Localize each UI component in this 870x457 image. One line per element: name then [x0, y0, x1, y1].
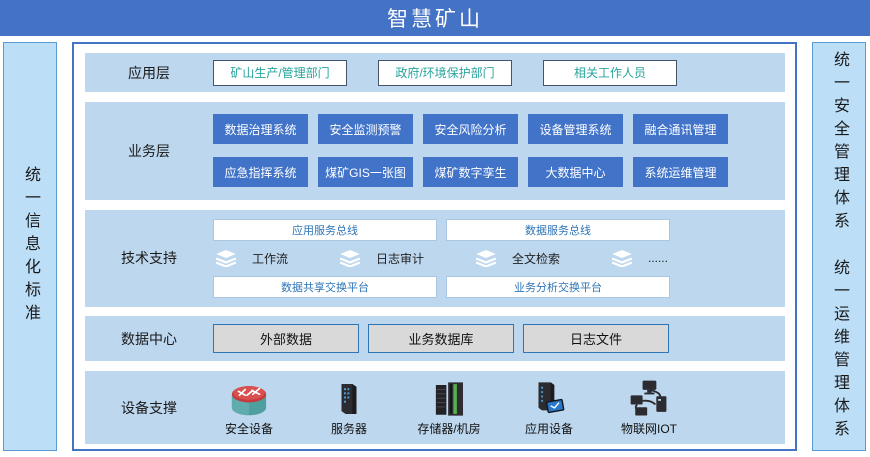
equipment-item-label: 存储器/机房 — [417, 420, 480, 437]
left-pillar-label: 统一信息化标准 — [18, 166, 42, 327]
iot-icon — [627, 379, 671, 419]
band-equipment-layer: 设备支撑 安全设备 — [85, 371, 785, 444]
app-device-icon — [528, 379, 570, 419]
business-box-digital-twin: 煤矿数字孪生 — [423, 157, 518, 187]
page-title: 智慧矿山 — [387, 3, 483, 33]
equipment-item-server: 服务器 — [313, 379, 385, 437]
architecture-diagram: 应用层 矿山生产/管理部门 政府/环境保护部门 相关工作人员 业务层 数据治理系… — [72, 42, 797, 451]
business-box-data-governance: 数据治理系统 — [213, 114, 308, 144]
equipment-item-label: 服务器 — [331, 420, 367, 437]
band-tech-support-layer: 技术支持 应用服务总线 数据服务总线 工作流 — [85, 210, 785, 307]
data-box-external-data: 外部数据 — [213, 324, 359, 353]
layers-icon — [611, 250, 633, 267]
business-box-big-data-center: 大数据中心 — [528, 157, 623, 187]
equipment-item-label: 物联网IOT — [621, 420, 677, 437]
layers-icon — [215, 250, 237, 267]
equipment-item-app-device: 应用设备 — [513, 379, 585, 437]
tech-support-label: 技术支持 — [85, 248, 213, 268]
storage-icon — [428, 379, 470, 419]
server-icon — [329, 379, 369, 419]
right-pillar-label-security: 统一安全管理体系 — [827, 51, 851, 235]
band-business-layer: 业务层 数据治理系统 安全监测预警 安全风险分析 设备管理系统 融合通讯管理 应… — [85, 102, 785, 200]
layers-icon — [339, 250, 361, 267]
equipment-item-security-device: 安全设备 — [213, 379, 285, 437]
right-pillar-label-ops: 统一运维管理体系 — [827, 259, 851, 443]
tech-item-label: ...... — [648, 251, 668, 265]
tech-item-workflow: 工作流 — [215, 250, 288, 267]
layers-icon — [475, 250, 497, 267]
data-box-business-database: 业务数据库 — [368, 324, 514, 353]
equipment-item-storage: 存储器/机房 — [413, 379, 485, 437]
equipment-item-iot: 物联网IOT — [613, 379, 685, 437]
tech-item-fulltext-search: 全文检索 — [475, 250, 560, 267]
tech-box-app-service-bus: 应用服务总线 — [213, 219, 437, 241]
business-box-safety-monitoring: 安全监测预警 — [318, 114, 413, 144]
equipment-item-label: 安全设备 — [225, 420, 273, 437]
tech-item-more: ...... — [611, 250, 668, 267]
tech-item-label: 工作流 — [252, 250, 288, 267]
business-box-comm-mgmt: 融合通讯管理 — [633, 114, 728, 144]
business-box-system-ops: 系统运维管理 — [633, 157, 728, 187]
business-box-risk-analysis: 安全风险分析 — [423, 114, 518, 144]
application-box-government-env: 政府/环境保护部门 — [378, 60, 512, 86]
business-layer-label: 业务层 — [85, 141, 213, 161]
tech-item-label: 全文检索 — [512, 250, 560, 267]
business-box-equipment-mgmt: 设备管理系统 — [528, 114, 623, 144]
tech-item-log-audit: 日志审计 — [339, 250, 424, 267]
application-box-related-staff: 相关工作人员 — [543, 60, 677, 86]
banner: 智慧矿山 — [0, 0, 870, 36]
tech-box-data-sharing-platform: 数据共享交换平台 — [213, 276, 437, 298]
tech-box-business-analysis-platform: 业务分析交换平台 — [446, 276, 670, 298]
data-center-label: 数据中心 — [85, 329, 213, 349]
equipment-item-label: 应用设备 — [525, 420, 573, 437]
business-box-gis-map: 煤矿GIS一张图 — [318, 157, 413, 187]
data-box-log-files: 日志文件 — [523, 324, 669, 353]
tech-item-label: 日志审计 — [376, 250, 424, 267]
application-layer-label: 应用层 — [85, 63, 213, 83]
right-pillar: 统一安全管理体系 统一运维管理体系 — [812, 42, 866, 451]
firewall-icon — [226, 379, 272, 419]
band-application-layer: 应用层 矿山生产/管理部门 政府/环境保护部门 相关工作人员 — [85, 53, 785, 92]
left-pillar: 统一信息化标准 — [3, 42, 57, 451]
band-data-center-layer: 数据中心 外部数据 业务数据库 日志文件 — [85, 316, 785, 361]
tech-box-data-service-bus: 数据服务总线 — [446, 219, 670, 241]
business-box-emergency-command: 应急指挥系统 — [213, 157, 308, 187]
equipment-label: 设备支撑 — [85, 398, 213, 418]
application-box-mine-production: 矿山生产/管理部门 — [213, 60, 347, 86]
